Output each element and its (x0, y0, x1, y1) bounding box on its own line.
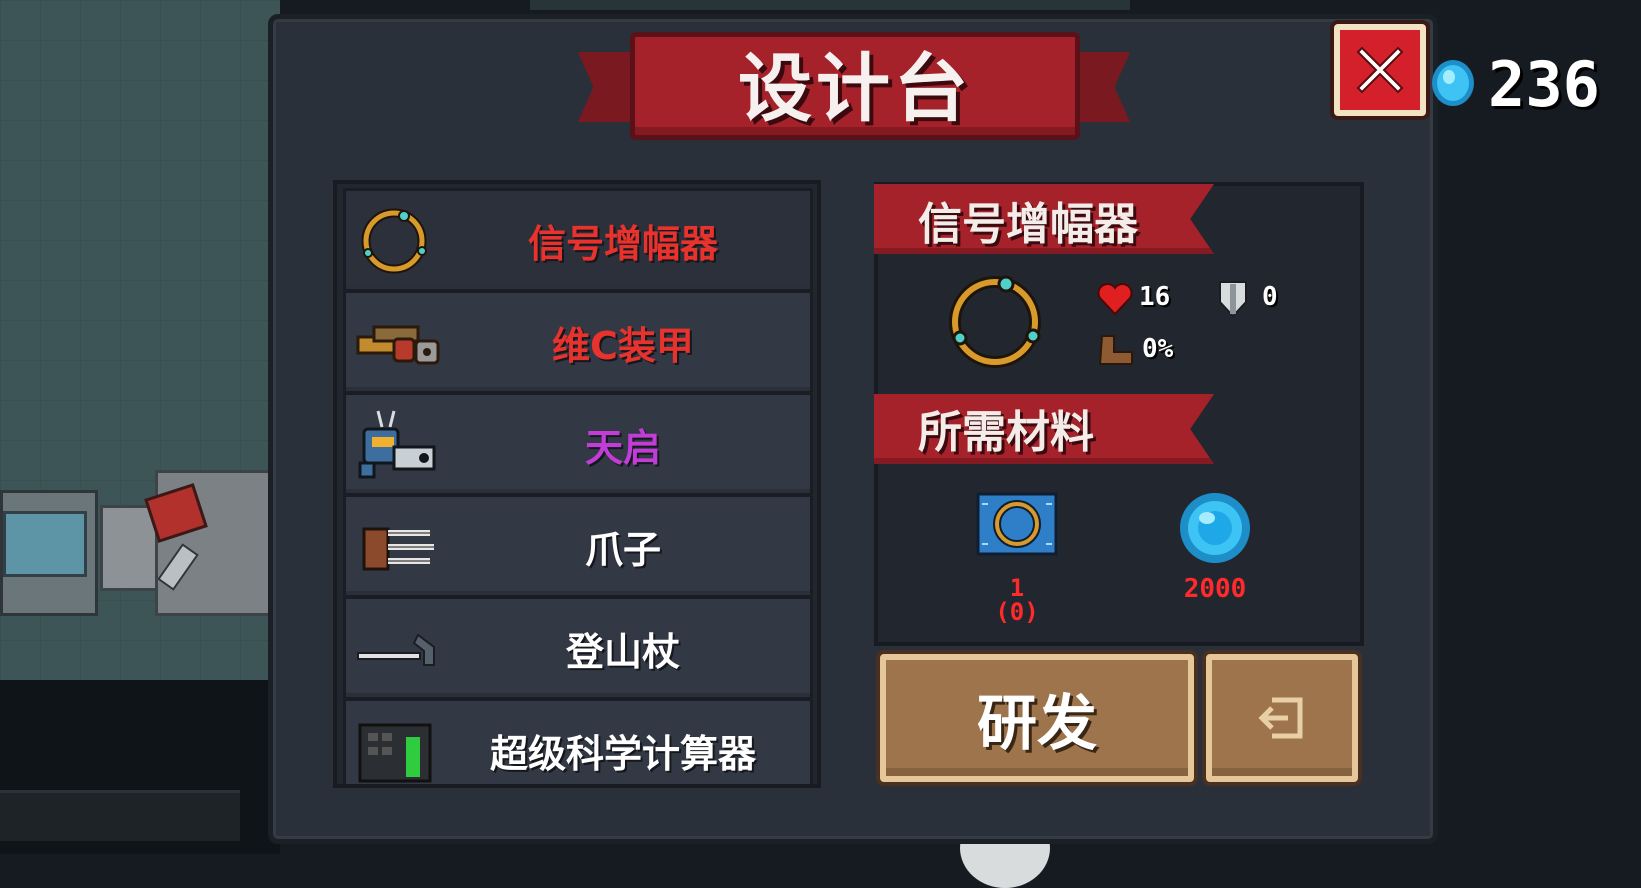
background-monitor (0, 490, 98, 616)
armor-icon (356, 325, 440, 365)
materials-title: 所需材料 (918, 407, 1094, 458)
selected-item-icon (949, 275, 1041, 368)
monitor-screen (3, 511, 87, 577)
armor-value: 0 (1262, 282, 1278, 312)
calculator-icon (358, 723, 432, 783)
list-item-label: 爪子 (584, 527, 661, 572)
list-item-vc-armor[interactable]: 维C装甲 (343, 290, 813, 394)
develop-button[interactable]: 研发 (880, 654, 1194, 782)
gem-icon (1180, 493, 1250, 563)
exit-icon (1258, 697, 1303, 739)
close-button[interactable] (1334, 24, 1426, 116)
list-item-label: 超级科学计算器 (489, 731, 756, 776)
gem-icon (1432, 60, 1474, 106)
claw-icon (362, 527, 434, 571)
blueprint-list[interactable]: 信号增幅器 维C装甲 天启 爪子 登山杖 超级科学计算器 (333, 180, 821, 788)
boot-icon (1098, 335, 1133, 365)
blueprint-icon (976, 492, 1058, 556)
list-item-hiking-stick[interactable]: 登山杖 (343, 596, 813, 700)
exit-button[interactable] (1206, 654, 1358, 782)
gem-count: 236 (1488, 48, 1600, 121)
close-icon (1356, 46, 1404, 94)
shield-icon (1219, 281, 1247, 318)
list-item-claw[interactable]: 爪子 (343, 494, 813, 598)
list-item-apocalypse[interactable]: 天启 (343, 392, 813, 496)
ring-icon (361, 208, 427, 274)
health-value: 16 (1139, 282, 1171, 312)
list-item-label: 登山杖 (565, 629, 680, 674)
mech-robot-icon (358, 410, 436, 479)
heart-icon (1097, 283, 1133, 316)
blueprint-owned: (0) (995, 598, 1039, 626)
list-item-label: 维C装甲 (552, 323, 694, 368)
background-top-wall (530, 0, 1130, 10)
hiking-stick-icon (357, 633, 435, 666)
list-item-label: 天启 (584, 425, 661, 470)
background-wall (0, 790, 240, 841)
list-item-super-calculator[interactable]: 超级科学计算器 (343, 698, 813, 784)
page-title: 设计台 (738, 45, 972, 132)
item-name: 信号增幅器 (918, 199, 1138, 250)
gem-required: 2000 (1183, 574, 1247, 604)
list-item-label: 信号增幅器 (527, 221, 718, 266)
list-item-signal-amplifier[interactable]: 信号增幅器 (343, 188, 813, 292)
speed-value: 0% (1142, 334, 1174, 364)
